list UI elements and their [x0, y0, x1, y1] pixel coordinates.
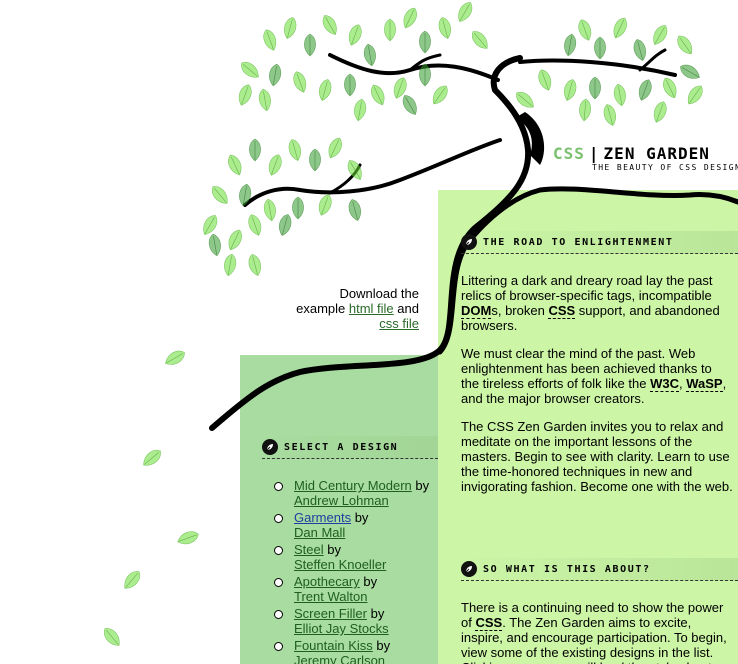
bullet-icon	[274, 610, 283, 619]
by-text: by	[363, 574, 378, 589]
road-paragraph-1: Littering a dark and dreary road lay the…	[461, 273, 720, 333]
road-paragraph-2: We must clear the mind of the past. Web …	[461, 346, 727, 406]
design-list: Mid Century Modern by Andrew Lohman Garme…	[272, 478, 440, 664]
about-section-body: There is a continuing need to show the p…	[461, 600, 733, 664]
list-item: Apothecary by Trent Walton	[272, 574, 440, 604]
download-links: Download the example html file and css f…	[279, 286, 419, 331]
w3c-abbr: W3C	[650, 376, 679, 392]
bullet-icon	[274, 546, 283, 555]
author-link[interactable]: Steffen Knoeller	[294, 557, 386, 572]
road-paragraph-3: The CSS Zen Garden invites you to relax …	[461, 419, 733, 494]
author-link[interactable]: Dan Mall	[294, 525, 345, 540]
list-item: Steel by Steffen Knoeller	[272, 542, 440, 572]
design-link[interactable]: Screen Filler	[294, 606, 367, 621]
list-item: Fountain Kiss by Jeremy Carlson	[272, 638, 440, 664]
site-title: CSS | ZEN GARDEN	[553, 144, 710, 163]
design-link[interactable]: Fountain Kiss	[294, 638, 373, 653]
list-item: Garments by Dan Mall	[272, 510, 440, 540]
download-text: Download the	[339, 286, 420, 301]
bullet-icon	[274, 578, 283, 587]
about-paragraph-1: There is a continuing need to show the p…	[461, 600, 727, 664]
author-link[interactable]: Elliot Jay Stocks	[294, 621, 389, 636]
css-abbr: CSS	[475, 615, 503, 631]
road-section-header: THE ROAD TO ENLIGHTENMENT	[461, 231, 738, 254]
site-title-css: CSS	[553, 144, 585, 163]
design-link[interactable]: Garments	[294, 510, 351, 525]
by-text: by	[327, 542, 341, 557]
design-link[interactable]: Steel	[294, 542, 324, 557]
wasp-abbr: WaSP	[686, 376, 723, 392]
leaf-icon	[461, 234, 477, 250]
download-and-text: and	[397, 301, 419, 316]
site-title-separator: |	[588, 144, 600, 163]
design-link[interactable]: Apothecary	[294, 574, 360, 589]
page: CSS | ZEN GARDEN THE BEAUTY OF CSS DESIGN …	[0, 0, 738, 664]
bullet-icon	[274, 482, 283, 491]
css-abbr: CSS	[548, 303, 576, 319]
by-text: by	[415, 478, 430, 493]
author-link[interactable]: Trent Walton	[294, 589, 367, 604]
by-text: by	[370, 606, 385, 621]
about-section-header: SO WHAT IS THIS ABOUT?	[461, 558, 738, 581]
by-text: by	[354, 510, 369, 525]
select-design-header: SELECT A DESIGN	[262, 436, 438, 459]
site-tagline: THE BEAUTY OF CSS DESIGN	[592, 163, 738, 172]
css-file-link[interactable]: css file	[379, 316, 419, 331]
bullet-icon	[274, 514, 283, 523]
site-title-zen-garden: ZEN GARDEN	[603, 144, 710, 163]
about-section-title: SO WHAT IS THIS ABOUT?	[483, 563, 651, 575]
list-item: Mid Century Modern by Andrew Lohman	[272, 478, 440, 508]
leaf-icon	[262, 439, 278, 455]
download-example-text: example	[296, 301, 346, 316]
leaf-icon	[461, 561, 477, 577]
author-link[interactable]: Jeremy Carlson	[294, 653, 385, 664]
bullet-icon	[274, 642, 283, 651]
html-file-link[interactable]: html file	[349, 301, 394, 316]
dom-abbr: DOM	[461, 303, 492, 319]
by-text: by	[376, 638, 391, 653]
select-design-title: SELECT A DESIGN	[284, 441, 399, 453]
author-link[interactable]: Andrew Lohman	[294, 493, 389, 508]
road-section-title: THE ROAD TO ENLIGHTENMENT	[483, 236, 674, 248]
design-link[interactable]: Mid Century Modern	[294, 478, 412, 493]
list-item: Screen Filler by Elliot Jay Stocks	[272, 606, 440, 636]
road-section-body: Littering a dark and dreary road lay the…	[461, 273, 733, 507]
